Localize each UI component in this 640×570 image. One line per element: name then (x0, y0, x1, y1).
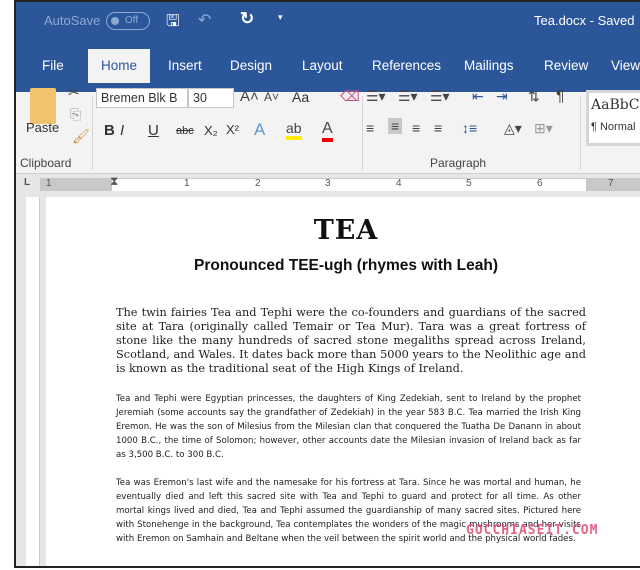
document-title: Tea.docx - Saved (534, 13, 635, 28)
font-size-combo[interactable]: 30 (188, 88, 234, 108)
ribbon: Paste ✂ ⎘ 🖌 Clipboard Bremen Blk B 30 A˄… (16, 84, 640, 174)
decrease-indent-icon[interactable]: ⇤ (472, 88, 484, 105)
multilevel-list-icon[interactable]: ☰▾ (430, 88, 450, 105)
paste-button[interactable]: Paste (26, 120, 59, 135)
font-name-combo[interactable]: Bremen Blk B (96, 88, 188, 108)
paragraph-1: The twin fairies Tea and Tephi were the … (116, 306, 586, 375)
subscript-button[interactable]: X₂ (204, 123, 218, 138)
undo-icon[interactable]: ↶ (198, 10, 211, 30)
tab-home[interactable]: Home (88, 49, 151, 83)
paragraph-2: Tea and Tephi were Egyptian princesses, … (116, 394, 581, 460)
highlight-icon[interactable]: ab (286, 120, 302, 140)
ruler-mark: 5 (466, 178, 472, 189)
copy-icon[interactable]: ⎘ (70, 106, 81, 123)
ruler-mark: 1 (184, 178, 190, 189)
borders-icon[interactable]: ⊞▾ (534, 120, 553, 137)
superscript-button[interactable]: X² (226, 122, 239, 137)
document-subtitle: Pronounced TEE-ugh (rhymes with Leah) (194, 257, 498, 274)
autosave-toggle[interactable]: Off (106, 12, 150, 30)
align-left-icon[interactable]: ≡ (366, 120, 374, 136)
ruler-mark: 1 (46, 178, 52, 189)
tab-selector-icon[interactable]: L (24, 177, 30, 188)
ruler-mark: 4 (396, 178, 402, 189)
bullets-icon[interactable]: ☰▾ (366, 88, 386, 105)
show-marks-icon[interactable]: ¶ (556, 88, 565, 106)
style-name: ¶ Normal (591, 121, 636, 133)
document-page[interactable]: TEA Pronounced TEE-ugh (rhymes with Leah… (46, 197, 640, 566)
tab-references[interactable]: References (372, 49, 441, 83)
vertical-ruler[interactable] (26, 197, 40, 566)
paste-icon[interactable] (30, 88, 56, 124)
word-window: AutoSave Off 🖫 ↶ ↻ ▾ Tea.docx - Saved Fi… (14, 0, 640, 568)
paragraph-group-label: Paragraph (430, 156, 487, 170)
tab-view[interactable]: View (611, 49, 640, 83)
style-normal[interactable]: AaBbC ¶ Normal (586, 90, 640, 146)
ruler-mark: 6 (537, 178, 543, 189)
shading-icon[interactable]: ◬▾ (504, 120, 522, 137)
title-bar: AutoSave Off 🖫 ↶ ↻ ▾ Tea.docx - Saved (16, 2, 640, 40)
tab-file[interactable]: File (42, 49, 64, 83)
watermark-logo: GOCCHIASEIT.COM (466, 523, 599, 538)
font-color-icon[interactable]: A (322, 120, 333, 142)
ruler-mark: 3 (325, 178, 331, 189)
line-spacing-icon[interactable]: ↕≡ (462, 120, 477, 136)
bold-button[interactable]: B (104, 122, 115, 139)
indent-marker-icon[interactable]: ⧗ (110, 174, 118, 189)
justify-icon[interactable]: ≡ (434, 120, 442, 136)
tab-layout[interactable]: Layout (302, 49, 343, 83)
tab-mailings[interactable]: Mailings (464, 49, 514, 83)
cut-icon[interactable]: ✂ (68, 84, 80, 101)
increase-indent-icon[interactable]: ⇥ (496, 88, 508, 105)
autosave-label: AutoSave (44, 13, 101, 28)
grow-font-icon[interactable]: A˄ (240, 88, 259, 105)
customize-toolbar-icon[interactable]: ▾ (278, 12, 283, 23)
text-effects-icon[interactable]: A (254, 120, 265, 140)
strikethrough-button[interactable]: abc (176, 125, 194, 137)
ribbon-tabs: File Home Insert Design Layout Reference… (16, 40, 640, 92)
save-icon[interactable]: 🖫 (166, 10, 180, 37)
redo-icon[interactable]: ↻ (240, 9, 254, 29)
change-case-button[interactable]: Aa (292, 89, 309, 105)
shrink-font-icon[interactable]: A˅ (264, 90, 279, 104)
clipboard-group-label: Clipboard (20, 156, 72, 170)
format-painter-icon[interactable]: 🖌 (72, 128, 90, 145)
ruler-mark: 7 (608, 178, 614, 189)
tab-review[interactable]: Review (544, 49, 588, 83)
document-title-heading: TEA (313, 215, 379, 246)
tab-design[interactable]: Design (230, 49, 272, 83)
ruler-mark: 2 (255, 178, 261, 189)
align-right-icon[interactable]: ≡ (412, 120, 420, 136)
sort-icon[interactable]: ⇅ (528, 88, 540, 105)
italic-button[interactable]: I (120, 122, 124, 139)
horizontal-ruler[interactable]: L 1 1 2 3 4 5 6 7 ⧗ (16, 174, 640, 194)
align-center-icon[interactable]: ≡ (388, 118, 403, 134)
style-preview: AaBbC (591, 97, 640, 113)
tab-insert[interactable]: Insert (168, 49, 202, 83)
numbering-icon[interactable]: ☰▾ (398, 88, 418, 105)
underline-button[interactable]: U (148, 122, 159, 139)
clear-formatting-icon[interactable]: ⌫ (340, 88, 360, 105)
